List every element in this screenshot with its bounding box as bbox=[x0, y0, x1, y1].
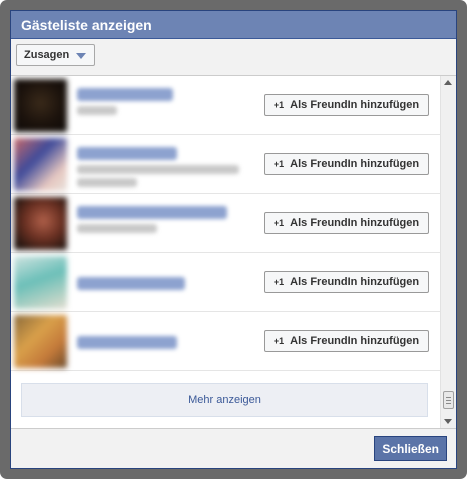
add-friend-label: Als FreundIn hinzufügen bbox=[290, 158, 420, 170]
grip-line bbox=[446, 397, 451, 398]
guest-row: +1 Als FreundIn hinzufügen bbox=[11, 76, 440, 135]
guest-avatar[interactable] bbox=[14, 79, 67, 132]
guest-row: +1 Als FreundIn hinzufügen bbox=[11, 194, 440, 253]
guest-avatar[interactable] bbox=[14, 138, 67, 191]
add-friend-label: Als FreundIn hinzufügen bbox=[290, 335, 420, 347]
show-more-button[interactable]: Mehr anzeigen bbox=[21, 383, 428, 417]
add-friend-button[interactable]: +1 Als FreundIn hinzufügen bbox=[264, 153, 429, 175]
scrollbar-thumb[interactable] bbox=[443, 391, 454, 409]
scroll-up-icon[interactable] bbox=[444, 80, 452, 85]
close-button[interactable]: Schließen bbox=[374, 436, 447, 461]
add-friend-button[interactable]: +1 Als FreundIn hinzufügen bbox=[264, 212, 429, 234]
guest-detail bbox=[77, 106, 117, 115]
add-friend-button[interactable]: +1 Als FreundIn hinzufügen bbox=[264, 271, 429, 293]
guest-row: +1 Als FreundIn hinzufügen bbox=[11, 135, 440, 194]
add-friend-icon: +1 bbox=[273, 159, 285, 169]
add-friend-icon: +1 bbox=[273, 100, 285, 110]
guest-name[interactable] bbox=[77, 277, 185, 290]
guest-row: +1 Als FreundIn hinzufügen bbox=[11, 312, 440, 371]
guest-name[interactable] bbox=[77, 88, 173, 101]
add-friend-icon: +1 bbox=[273, 336, 285, 346]
scroll-down-icon[interactable] bbox=[444, 419, 452, 424]
add-friend-button[interactable]: +1 Als FreundIn hinzufügen bbox=[264, 94, 429, 116]
guest-avatar[interactable] bbox=[14, 256, 67, 309]
guest-list-dialog: Gästeliste anzeigen Zusagen +1 Als Freun… bbox=[10, 10, 457, 469]
chevron-down-icon bbox=[76, 52, 87, 59]
add-friend-label: Als FreundIn hinzufügen bbox=[290, 276, 420, 288]
filter-dropdown[interactable]: Zusagen bbox=[16, 44, 96, 66]
grip-line bbox=[446, 403, 451, 404]
guest-detail bbox=[77, 165, 239, 174]
guest-detail bbox=[77, 178, 137, 187]
dialog-toolbar: Zusagen bbox=[11, 39, 456, 76]
guest-list: +1 Als FreundIn hinzufügen +1 Als Freund… bbox=[11, 76, 440, 428]
dialog-title: Gästeliste anzeigen bbox=[11, 11, 456, 39]
guest-name[interactable] bbox=[77, 147, 177, 160]
list-scrollbar[interactable] bbox=[440, 76, 456, 428]
guest-avatar[interactable] bbox=[14, 197, 67, 250]
guest-row: +1 Als FreundIn hinzufügen bbox=[11, 253, 440, 312]
add-friend-icon: +1 bbox=[273, 277, 285, 287]
grip-line bbox=[446, 400, 451, 401]
add-friend-label: Als FreundIn hinzufügen bbox=[290, 99, 420, 111]
add-friend-icon: +1 bbox=[273, 218, 285, 228]
dialog-frame: Gästeliste anzeigen Zusagen +1 Als Freun… bbox=[0, 0, 467, 479]
dialog-footer: Schließen bbox=[11, 428, 456, 468]
add-friend-button[interactable]: +1 Als FreundIn hinzufügen bbox=[264, 330, 429, 352]
guest-name[interactable] bbox=[77, 336, 177, 349]
guest-detail bbox=[77, 224, 157, 233]
guest-avatar[interactable] bbox=[14, 315, 67, 368]
guest-list-area: +1 Als FreundIn hinzufügen +1 Als Freund… bbox=[11, 76, 456, 428]
guest-name[interactable] bbox=[77, 206, 227, 219]
filter-dropdown-label: Zusagen bbox=[24, 49, 70, 61]
add-friend-label: Als FreundIn hinzufügen bbox=[290, 217, 420, 229]
